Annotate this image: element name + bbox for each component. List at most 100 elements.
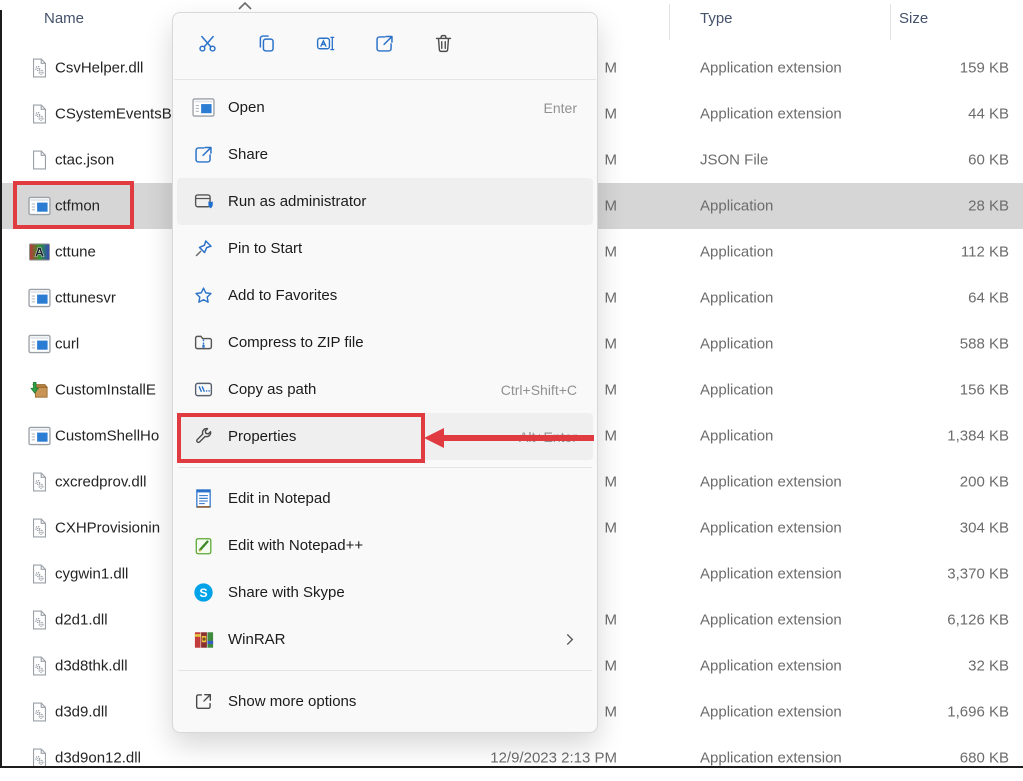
dll-file-icon	[27, 702, 51, 723]
menu-item-add-to-favorites[interactable]: Add to Favorites	[177, 272, 593, 319]
notepad-icon	[190, 488, 217, 509]
menu-item-run-as-administrator[interactable]: Run as administrator	[177, 178, 593, 225]
zip-folder-icon	[190, 332, 217, 353]
menu-item-share[interactable]: Share	[177, 131, 593, 178]
file-name: ctac.json	[55, 152, 114, 169]
file-name: ctfmon	[55, 198, 100, 215]
svg-text:S: S	[199, 586, 207, 600]
file-name: CXHProvisionin	[55, 520, 160, 537]
menu-item-label: Edit in Notepad	[228, 490, 331, 507]
menu-item-label: Add to Favorites	[228, 287, 337, 304]
column-divider[interactable]	[669, 4, 670, 40]
file-type: Application extension	[700, 60, 842, 77]
file-type: JSON File	[700, 152, 768, 169]
favorites-icon	[190, 285, 217, 306]
winrar-icon	[190, 630, 217, 650]
cut-button[interactable]	[185, 24, 229, 68]
file-type: Application extension	[700, 612, 842, 629]
file-name: curl	[55, 336, 79, 353]
file-size: 64 KB	[968, 290, 1009, 307]
file-size: 3,370 KB	[947, 566, 1009, 583]
copy-path-icon	[190, 379, 217, 400]
file-date: M	[605, 244, 618, 261]
cleartype-tuner-icon: A	[27, 244, 51, 261]
file-date: M	[605, 336, 618, 353]
installer-box-icon	[27, 381, 51, 399]
svg-text:A: A	[34, 245, 43, 260]
share-button[interactable]	[362, 24, 406, 68]
menu-item-edit-in-notepad[interactable]: Edit in Notepad	[177, 475, 593, 522]
file-type: Application	[700, 244, 773, 261]
delete-icon	[433, 33, 454, 59]
file-date: M	[605, 106, 618, 123]
file-date: M	[605, 290, 618, 307]
menu-item-label: Open	[228, 99, 265, 116]
file-size: 112 KB	[961, 244, 1009, 261]
menu-item-pin-to-start[interactable]: Pin to Start	[177, 225, 593, 272]
menu-item-label: Edit with Notepad++	[228, 537, 363, 554]
exe-app-icon	[190, 98, 217, 117]
column-header-name[interactable]: Name	[44, 10, 84, 27]
file-size: 588 KB	[960, 336, 1009, 353]
menu-item-label: Show more options	[228, 693, 356, 710]
file-size: 28 KB	[968, 198, 1009, 215]
pin-icon	[190, 238, 217, 259]
file-row-d3d9on12-dll[interactable]: d3d9on12.dll12/9/2023 2:13 PMApplication…	[0, 735, 1023, 781]
file-type: Application	[700, 428, 773, 445]
copy-icon	[256, 33, 277, 59]
file-size: 44 KB	[968, 106, 1009, 123]
exe-app-icon	[27, 197, 51, 216]
share-icon	[190, 144, 217, 165]
menu-item-label: Compress to ZIP file	[228, 334, 364, 351]
menu-item-label: Run as administrator	[228, 193, 366, 210]
file-date: 12/9/2023 2:13 PM	[490, 750, 617, 767]
file-type: Application extension	[700, 106, 842, 123]
file-type: Application extension	[700, 474, 842, 491]
file-date: M	[605, 704, 618, 721]
dll-file-icon	[27, 656, 51, 677]
dll-file-icon	[27, 564, 51, 585]
dll-file-icon	[27, 58, 51, 79]
column-header-size[interactable]: Size	[899, 10, 928, 27]
exe-app-icon	[27, 289, 51, 308]
file-date: M	[605, 382, 618, 399]
file-name: cttune	[55, 244, 96, 261]
dll-file-icon	[27, 472, 51, 493]
file-type: Application	[700, 290, 773, 307]
menu-item-copy-as-path[interactable]: Copy as pathCtrl+Shift+C	[177, 366, 593, 413]
menu-item-label: Pin to Start	[228, 240, 302, 257]
cut-icon	[197, 33, 218, 59]
file-type: Application	[700, 198, 773, 215]
share-icon	[374, 33, 395, 59]
column-header-type[interactable]: Type	[700, 10, 733, 27]
show-more-icon	[190, 691, 217, 712]
file-date: M	[605, 152, 618, 169]
menu-item-label: Properties	[228, 428, 296, 445]
menu-item-show-more-options[interactable]: Show more options	[177, 678, 593, 725]
file-name: d2d1.dll	[55, 612, 108, 629]
menu-item-open[interactable]: Open Enter	[177, 84, 593, 131]
file-name: CustomInstallE	[55, 382, 156, 399]
rename-button[interactable]	[303, 24, 347, 68]
file-size: 6,126 KB	[947, 612, 1009, 629]
context-menu-items: Open Enter Share Run as administrator Pin to…	[173, 80, 597, 729]
menu-item-compress-to-zip-file[interactable]: Compress to ZIP file	[177, 319, 593, 366]
arrow-annotation	[443, 435, 594, 441]
menu-item-share-with-skype[interactable]: SShare with Skype	[177, 569, 593, 616]
column-divider[interactable]	[890, 4, 891, 40]
exe-app-icon	[27, 427, 51, 446]
file-size: 304 KB	[960, 520, 1009, 537]
menu-item-edit-with-notepad-[interactable]: Edit with Notepad++	[177, 522, 593, 569]
rename-icon	[315, 33, 336, 59]
file-type: Application	[700, 336, 773, 353]
file-name: d3d9.dll	[55, 704, 108, 721]
file-date: M	[605, 612, 618, 629]
file-name: cttunesvr	[55, 290, 116, 307]
copy-button[interactable]	[244, 24, 288, 68]
delete-button[interactable]	[421, 24, 465, 68]
file-type: Application	[700, 382, 773, 399]
menu-item-shortcut: Enter	[544, 100, 577, 116]
menu-item-winrar[interactable]: WinRAR	[177, 616, 593, 663]
file-name: CSystemEventsB	[55, 106, 172, 123]
json-file-icon	[27, 150, 51, 171]
